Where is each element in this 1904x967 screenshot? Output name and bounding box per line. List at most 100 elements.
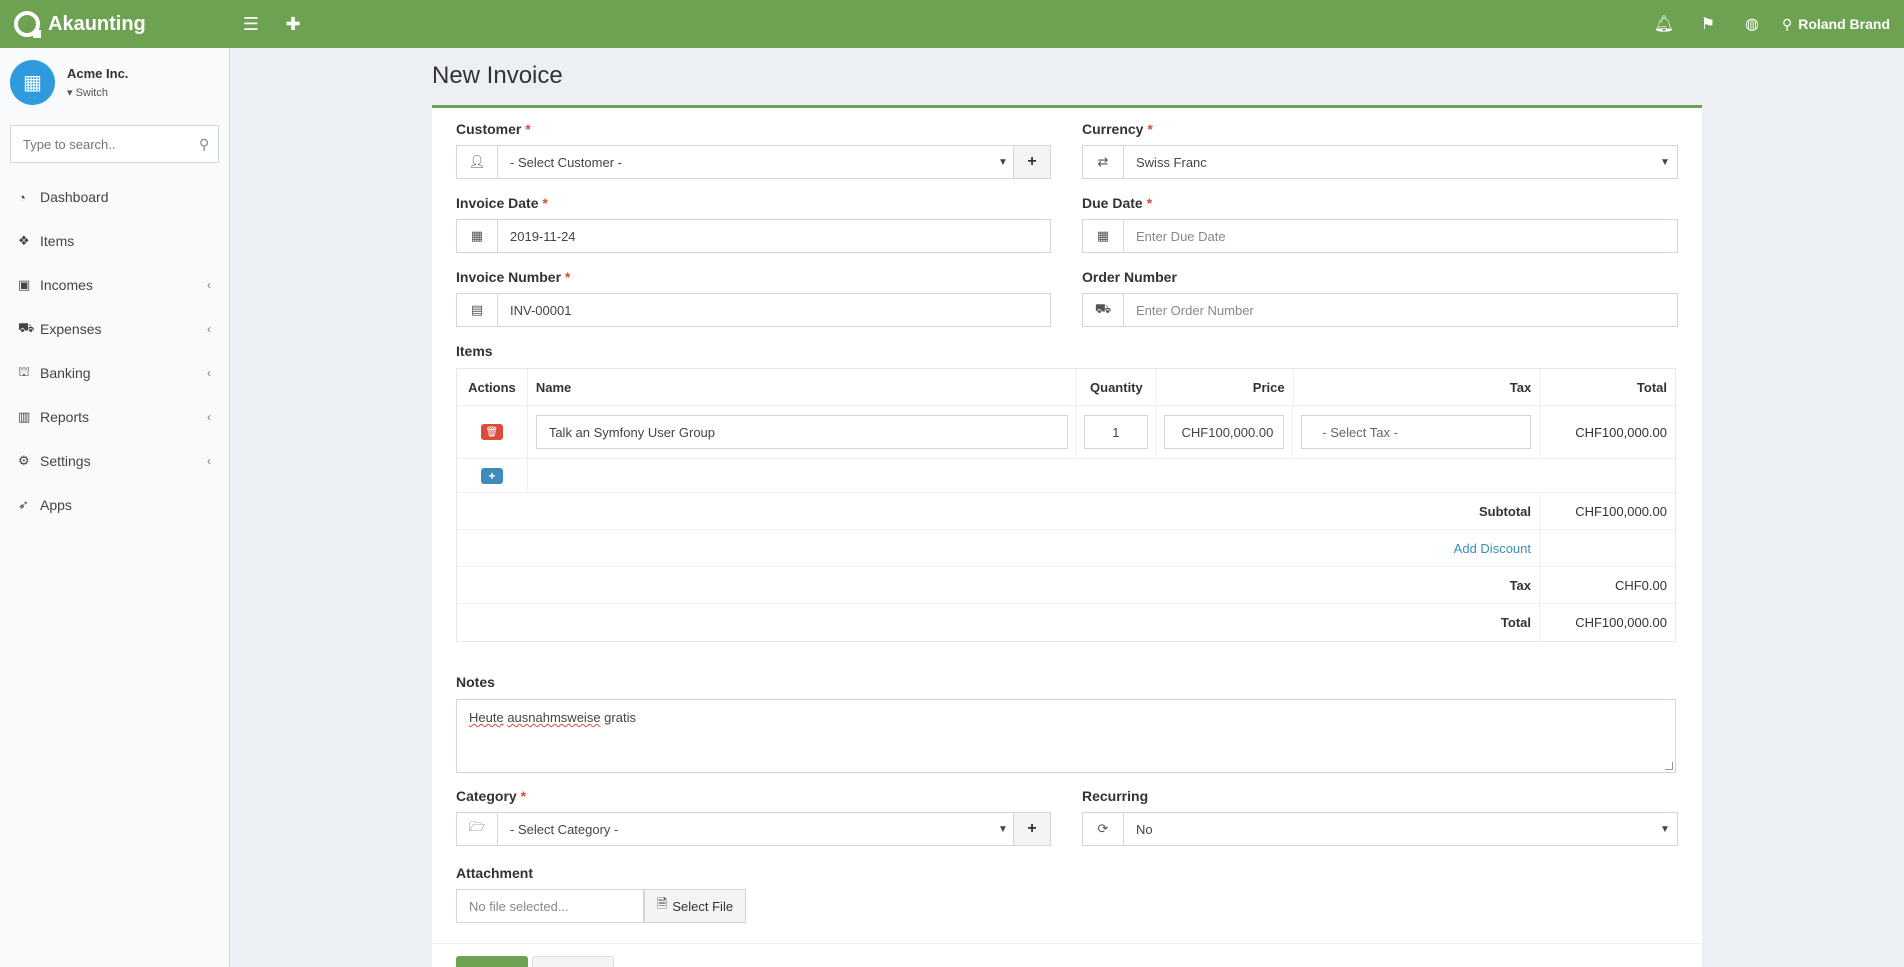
sidebar-item-label: Items: [40, 233, 75, 249]
header-tax: Tax: [1294, 369, 1541, 405]
items-table-header: Actions Name Quantity Price Tax Total: [457, 369, 1675, 406]
rocket-icon: ➶: [18, 497, 29, 512]
customer-label-text: Customer: [456, 121, 522, 137]
file-text-icon: ▤: [457, 294, 498, 326]
category-label: Category *: [456, 788, 527, 804]
header-actions: Actions: [457, 369, 528, 405]
item-price-input[interactable]: CHF100,000.00: [1164, 415, 1285, 449]
sidebar-item-label: Incomes: [40, 277, 93, 293]
delete-item-button[interactable]: 🗑︎: [480, 424, 503, 440]
search-input[interactable]: [23, 136, 199, 152]
item-quantity-input[interactable]: 1: [1083, 415, 1148, 449]
search-icon[interactable]: ⚲: [199, 136, 209, 153]
recurring-select-value: No: [1136, 821, 1153, 837]
calendar-icon: ▦: [457, 220, 498, 252]
sidebar-item-label: Reports: [40, 409, 90, 425]
trash-icon: 🗑︎: [485, 426, 499, 438]
invoice-number-label: Invoice Number *: [456, 269, 571, 285]
attachment-label: Attachment: [456, 865, 534, 881]
globe-icon[interactable]: ◍: [1730, 0, 1774, 48]
invoice-number-label-text: Invoice Number: [456, 269, 562, 285]
header-name: Name: [528, 369, 1077, 405]
flag-icon[interactable]: ⚑: [1686, 0, 1730, 48]
cancel-button[interactable]: [532, 956, 614, 967]
item-name-input[interactable]: Talk an Symfony User Group: [535, 415, 1068, 449]
category-select[interactable]: 🗁︎ - Select Category - ▼ +: [456, 812, 1051, 846]
select-file-button[interactable]: 🗎︎ Select File: [644, 889, 746, 923]
tax-row: Tax CHF0.00: [457, 567, 1675, 604]
add-category-button[interactable]: +: [1013, 813, 1050, 845]
items-table: Actions Name Quantity Price Tax Total 🗑︎…: [456, 368, 1676, 642]
sidebar-item-expenses[interactable]: ⛟ Expenses ‹: [0, 307, 229, 351]
sidebar: ▦ Acme Inc. ▾ Switch ⚲ ◔ Dashboard ❖ Items…: [0, 48, 230, 967]
sidebar-item-banking[interactable]: ⛫ Banking ‹: [0, 351, 229, 395]
notes-word: gratis: [604, 710, 636, 725]
item-price-cell: CHF100,000.00: [1156, 406, 1294, 458]
sidebar-item-dashboard[interactable]: ◔ Dashboard: [0, 175, 229, 219]
invoice-date-label: Invoice Date *: [456, 195, 548, 211]
company-name: Acme Inc.: [67, 65, 129, 81]
add-item-button[interactable]: +: [481, 467, 503, 484]
sidebar-toggle-bars-icon[interactable]: ☰: [230, 0, 272, 48]
company-switch-link[interactable]: ▾ Switch: [67, 86, 128, 99]
invoice-form-box: Customer * 👤︎ - Select Customer - ▼ + Cu…: [432, 105, 1702, 967]
item-total: CHF100,000.00: [1575, 424, 1667, 440]
tax-value: CHF0.00: [1614, 577, 1667, 593]
sidebar-item-label: Dashboard: [40, 189, 109, 205]
brand-name: Akaunting: [48, 12, 146, 35]
notes-word: ausnahmsweise: [507, 710, 601, 725]
dashboard-icon: ◔: [18, 189, 26, 205]
sidebar-item-items[interactable]: ❖ Items: [0, 219, 229, 263]
folder-open-icon: 🗁︎: [457, 813, 498, 845]
subtotal-row: Subtotal CHF100,000.00: [457, 493, 1675, 530]
user-menu[interactable]: ⚲ Roland Brand: [1774, 16, 1890, 33]
company-panel: ▦ Acme Inc. ▾ Switch: [0, 48, 229, 116]
currency-select-value: Swiss Franc: [1136, 154, 1207, 170]
attachment-input[interactable]: No file selected...: [456, 889, 644, 923]
notes-textarea[interactable]: Heute ausnahmsweise gratis: [456, 699, 1676, 773]
akaunting-logo-icon: [14, 11, 41, 38]
gears-icon: ⚙: [18, 453, 30, 468]
add-item-cell: +: [457, 459, 528, 492]
currency-select[interactable]: ⇄ Swiss Franc ▼: [1082, 145, 1678, 179]
cubes-icon: ❖: [18, 233, 30, 248]
sidebar-item-incomes[interactable]: ▣ Incomes ‹: [0, 263, 229, 307]
notes-label: Notes: [456, 674, 495, 690]
recurring-select[interactable]: ⟳ No ▼: [1082, 812, 1678, 846]
invoice-date-value: 2019-11-24: [510, 228, 576, 244]
category-select-value: - Select Category -: [510, 821, 619, 837]
customer-label: Customer *: [456, 121, 531, 137]
order-number-field[interactable]: ⛟ Enter Order Number: [1082, 293, 1678, 327]
invoice-number-field[interactable]: ▤ INV-00001: [456, 293, 1051, 327]
caret-down-icon: ▼: [998, 156, 1008, 168]
invoice-date-field[interactable]: ▦ 2019-11-24: [456, 219, 1051, 253]
customer-select[interactable]: 👤︎ - Select Customer - ▼ +: [456, 145, 1051, 179]
header-price: Price: [1157, 369, 1294, 405]
total-row: Total CHF100,000.00: [457, 604, 1675, 641]
customer-select-value: - Select Customer -: [510, 154, 622, 170]
chevron-left-icon: ‹: [207, 366, 211, 380]
resize-handle-icon[interactable]: [1665, 762, 1673, 770]
due-date-field[interactable]: ▦ Enter Due Date: [1082, 219, 1678, 253]
add-discount-link[interactable]: Add Discount: [457, 530, 1540, 566]
add-customer-button[interactable]: +: [1013, 146, 1050, 178]
bar-chart-icon: ▥: [18, 409, 31, 424]
item-tax-select[interactable]: - Select Tax -: [1301, 415, 1532, 449]
bank-icon: ⛫: [18, 364, 30, 379]
subtotal-value: CHF100,000.00: [1575, 503, 1667, 519]
plus-icon: +: [488, 468, 496, 483]
sidebar-item-settings[interactable]: ⚙ Settings ‹: [0, 439, 229, 483]
page-title: New Invoice: [432, 62, 563, 89]
user-icon: 👤︎: [457, 146, 498, 178]
invoice-number-value: INV-00001: [510, 302, 572, 318]
save-button[interactable]: [456, 956, 528, 967]
select-file-label: Select File: [672, 898, 734, 914]
row-actions: 🗑︎: [457, 406, 528, 458]
sidebar-item-apps[interactable]: ➶ Apps: [0, 483, 229, 527]
brand-logo-link[interactable]: Akaunting: [0, 0, 230, 48]
bell-icon[interactable]: 🔔︎: [1642, 0, 1686, 48]
quick-add-plus-icon[interactable]: ✚: [272, 0, 314, 48]
caret-down-icon: ▼: [1660, 156, 1670, 168]
total-value: CHF100,000.00: [1575, 615, 1667, 630]
sidebar-item-reports[interactable]: ▥ Reports ‹: [0, 395, 229, 439]
